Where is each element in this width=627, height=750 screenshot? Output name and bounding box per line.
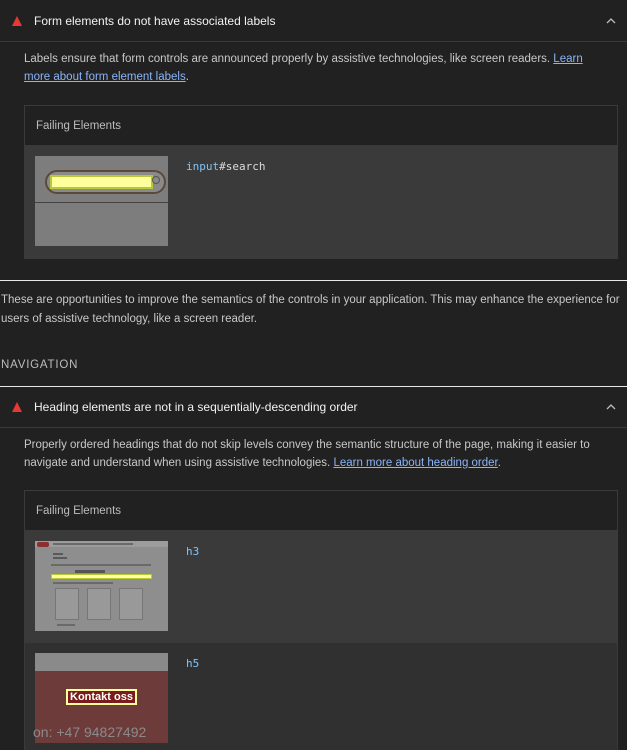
audit-heading-order: Heading elements are not in a sequential… [0,386,627,472]
divider [0,280,627,281]
description-text: Properly ordered headings that do not sk… [24,439,590,469]
node-selector: h5 [186,657,200,670]
chevron-up-icon[interactable] [601,17,621,24]
thumb-button-label: Kontakt oss [66,689,137,705]
audit-description: Labels ensure that form controls are ann… [24,53,583,83]
element-screenshot [35,156,168,246]
group-description: These are opportunities to improve the s… [1,294,620,325]
audit-title: Form elements do not have associated lab… [34,13,276,28]
node-selector: input#search [186,160,266,173]
fail-triangle-icon [12,402,22,412]
audit-form-labels: Form elements do not have associated lab… [0,0,627,86]
failing-elements-header: Failing Elements [25,106,617,146]
thumb-phone-text: on: +47 94827492 [33,724,147,740]
table-row: h3 [25,531,617,643]
table-row: input#search [25,146,617,258]
audit-header[interactable]: Form elements do not have associated lab… [0,0,627,42]
failing-elements-header: Failing Elements [25,491,617,531]
failing-elements-table: Failing Elements h3 Kontakt oss h5 [24,490,618,750]
learn-more-link[interactable]: Learn more about heading order [333,457,497,469]
audit-header[interactable]: Heading elements are not in a sequential… [0,386,627,428]
group-title-navigation: NAVIGATION [1,359,79,371]
audit-description: Properly ordered headings that do not sk… [24,439,590,469]
node-selector: h3 [186,545,200,558]
description-text: Labels ensure that form controls are ann… [24,53,554,65]
element-screenshot [35,541,168,631]
fail-triangle-icon [12,15,22,26]
audit-title: Heading elements are not in a sequential… [34,400,358,414]
failing-elements-table: Failing Elements input#search [24,105,618,259]
chevron-up-icon[interactable] [601,404,621,410]
